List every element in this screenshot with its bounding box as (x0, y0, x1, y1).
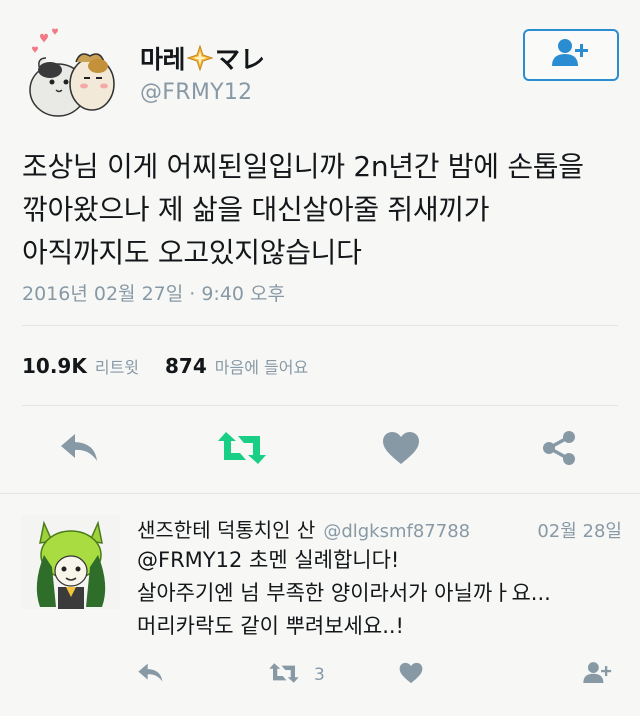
reply-text-line: @FRMY12 초멘 실례합니다! (137, 548, 400, 572)
reply-retweet-count: 3 (314, 665, 325, 685)
display-name-part1: 마레 (140, 45, 186, 74)
add-user-icon (581, 661, 615, 689)
tweet-text: 조상님 이게 어찌된일입니까 2n년간 밤에 손톱을 깎아왔으나 제 삶을 대신… (22, 145, 622, 274)
reply-avatar[interactable] (22, 515, 120, 609)
heart-icon (382, 431, 420, 469)
user-avatar[interactable] (18, 26, 118, 120)
retweet-icon (268, 662, 300, 688)
tweet-detail: 마레 マレ @FRMY12 조상님 이게 어찌된일입니까 2n년간 밤에 손톱을… (0, 0, 640, 716)
reply-header: 샌즈한테 덕통치인 산 @dlgksmf87788 02월 28일 (137, 514, 622, 543)
tweet-text-line: 아직까지도 오고있지않습니다 (22, 236, 362, 269)
reply-like-button[interactable] (398, 660, 424, 690)
reply-button[interactable] (56, 428, 104, 472)
retweet-count[interactable]: 10.9K (22, 354, 87, 378)
add-user-icon (549, 38, 593, 72)
divider (0, 493, 640, 494)
retweet-label[interactable]: 리트윗 (95, 354, 139, 378)
tweet-timestamp: 2016년 02월 27일 · 9:40 오후 (22, 283, 286, 305)
user-name[interactable]: 마레 マレ (140, 40, 265, 76)
reply-icon (59, 431, 101, 469)
display-name-part2: マレ (215, 45, 266, 74)
like-count[interactable]: 874 (165, 354, 207, 378)
tweet-text-line: 깎아왔으나 제 삶을 대신살아줄 쥐새끼가 (22, 193, 490, 226)
reply-follow-button[interactable] (580, 660, 616, 690)
divider (22, 325, 618, 326)
share-button[interactable] (538, 428, 580, 472)
reply-text: @FRMY12 초멘 실례합니다! 살아주기엔 넘 부족한 양이라서가 아닐까ㅏ… (137, 544, 622, 643)
reply-text-line: 살아주기엔 넘 부족한 양이라서가 아닐까ㅏ요... (137, 581, 551, 605)
heart-icon (399, 662, 423, 688)
reply-date: 02월 28일 (537, 521, 622, 542)
reply-icon (137, 661, 165, 689)
sparkle-icon (186, 44, 214, 72)
tweet-text-line: 조상님 이게 어찌된일입니까 2n년간 밤에 손톱을 (22, 150, 584, 183)
share-icon (540, 429, 578, 471)
retweet-icon (216, 430, 268, 470)
reply-user-handle[interactable]: @dlgksmf87788 (323, 521, 470, 542)
reply-user-name[interactable]: 샌즈한테 덕통치인 산 (137, 514, 315, 543)
like-button[interactable] (380, 428, 422, 472)
divider (22, 405, 618, 406)
tweet-stats: 10.9K 리트윗 874 마음에 들어요 (22, 354, 334, 378)
reply-reply-button[interactable] (136, 660, 166, 690)
user-handle[interactable]: @FRMY12 (140, 80, 252, 105)
reply-retweet-button[interactable]: 3 (268, 660, 325, 690)
follow-button[interactable] (523, 29, 619, 81)
retweet-button[interactable] (215, 428, 269, 472)
like-label[interactable]: 마음에 들어요 (215, 354, 308, 378)
reply-text-line: 머리카락도 같이 뿌려보세요..! (137, 614, 404, 638)
